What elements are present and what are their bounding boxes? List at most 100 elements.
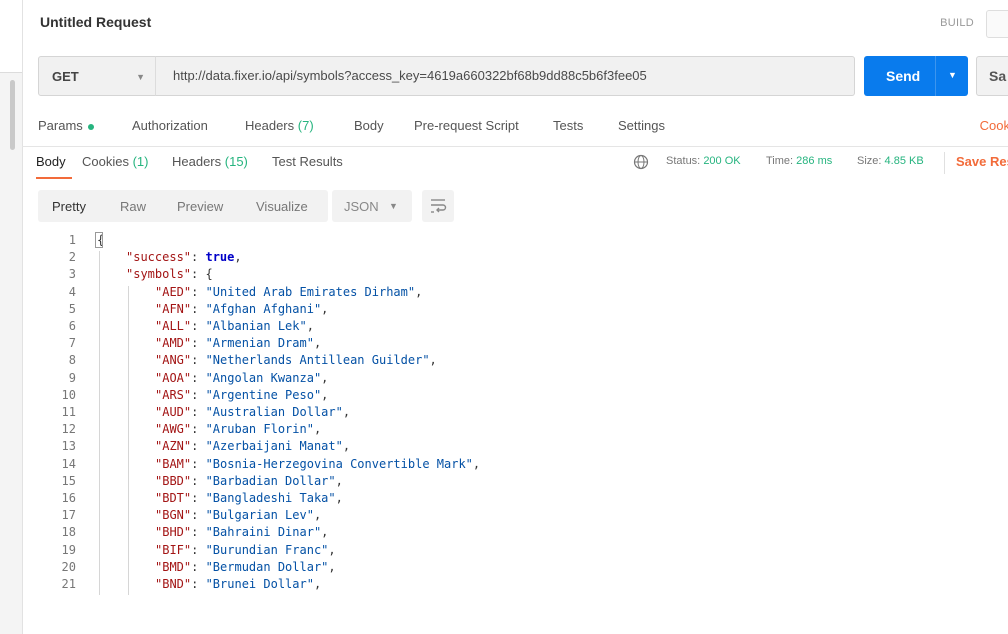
globe-icon[interactable] — [633, 154, 649, 170]
json-key: "BIF" — [155, 542, 192, 557]
save-label: Sa — [989, 68, 1007, 84]
code-text: "ALL": "Albanian Lek", — [155, 319, 314, 333]
code-text: "AMD": "Armenian Dram", — [155, 336, 322, 351]
response-tab-test-results[interactable]: Test Results — [272, 154, 343, 169]
view-tab-pretty[interactable]: Pretty — [52, 199, 86, 214]
line-number: 4 — [68, 284, 76, 299]
line-number: 14 — [61, 456, 76, 471]
json-key: "AUD" — [155, 405, 192, 419]
chevron-down-icon[interactable]: ▼ — [948, 70, 957, 80]
response-tab-headers[interactable]: Headers (15) — [172, 154, 248, 169]
json-key: "AWG" — [155, 422, 192, 437]
send-button[interactable]: Send ▼ — [864, 56, 968, 96]
json-string: "Australian Dollar" — [205, 405, 343, 419]
json-key: "ALL" — [155, 319, 192, 333]
view-tab-preview[interactable]: Preview — [177, 199, 223, 214]
time-label: Time: — [766, 155, 794, 167]
json-string: "Albanian Lek" — [205, 319, 307, 333]
view-mode-bar: Pretty Raw Preview Visualize — [38, 190, 328, 222]
headers-count: (7) — [297, 118, 314, 133]
json-string: "Armenian Dram" — [205, 336, 314, 351]
time-readout: Time: 286 ms — [766, 155, 832, 167]
response-headers-label: Headers — [172, 154, 222, 169]
json-string: "Bulgarian Lev" — [205, 508, 314, 523]
code-text: "BGN": "Bulgarian Lev", — [155, 508, 322, 523]
json-key: "BHD" — [155, 525, 192, 540]
tab-tests[interactable]: Tests — [553, 118, 583, 133]
time-value[interactable]: 286 ms — [796, 155, 832, 167]
send-label: Send — [886, 68, 921, 84]
format-label: JSON — [344, 199, 379, 214]
mode-toggle[interactable] — [986, 10, 1008, 38]
tab-headers-label: Headers — [245, 118, 295, 133]
matching-bracket-highlight — [95, 232, 103, 248]
tab-body[interactable]: Body — [354, 118, 384, 133]
json-key: "ANG" — [155, 353, 192, 368]
code-line: 8 "ANG": "Netherlands Antillean Guilder", — [22, 352, 1002, 369]
left-scrollbar[interactable] — [10, 80, 15, 150]
code-text: "AED": "United Arab Emirates Dirham", — [155, 284, 423, 299]
wrap-lines-icon — [431, 199, 447, 213]
response-tab-cookies[interactable]: Cookies (1) — [82, 154, 148, 169]
response-body-editor[interactable]: 1{2 "success": true, 3 "symbols": {4 "AED": … — [22, 232, 1008, 634]
line-number: 19 — [61, 542, 76, 557]
tab-params[interactable]: Params — [38, 118, 94, 133]
view-tab-raw[interactable]: Raw — [120, 199, 146, 214]
json-key: "AED" — [155, 284, 192, 299]
save-response-button[interactable]: Save Res — [956, 154, 1008, 169]
code-line: 11 "AUD": "Australian Dollar", — [22, 404, 1002, 421]
code-line: 3 "symbols": { — [22, 266, 1002, 283]
tab-settings[interactable]: Settings — [618, 118, 665, 133]
json-string: "Bahraini Dinar" — [205, 525, 322, 540]
format-select[interactable]: JSON ▼ — [332, 190, 412, 222]
code-line: 15 "BBD": "Barbadian Dollar", — [22, 473, 1002, 490]
save-button[interactable]: Sa — [976, 56, 1008, 96]
chevron-down-icon: ▼ — [136, 72, 145, 82]
build-mode-label[interactable]: BUILD — [940, 17, 974, 29]
tab-params-label: Params — [38, 118, 83, 133]
status-value[interactable]: 200 OK — [703, 155, 740, 167]
response-cookies-label: Cookies — [82, 154, 129, 169]
url-input[interactable]: http://data.fixer.io/api/symbols?access_… — [155, 56, 855, 96]
json-key: "AMD" — [155, 336, 192, 351]
json-key: "BAM" — [155, 456, 192, 471]
view-tab-visualize[interactable]: Visualize — [256, 199, 308, 214]
left-gutter-top — [0, 0, 22, 73]
code-line: 19 "BIF": "Burundian Franc", — [22, 542, 1002, 559]
line-number: 3 — [68, 267, 76, 282]
line-number: 2 — [68, 250, 76, 265]
code-line: 20 "BMD": "Bermudan Dollar", — [22, 559, 1002, 576]
tab-authorization[interactable]: Authorization — [132, 118, 208, 133]
line-number: 18 — [61, 525, 76, 540]
line-number: 7 — [68, 336, 76, 351]
json-string: "Angolan Kwanza" — [205, 370, 322, 385]
tab-pre-request-script[interactable]: Pre-request Script — [414, 118, 519, 133]
code-line: 10 "ARS": "Argentine Peso", — [22, 387, 1002, 404]
code-text: "BHD": "Bahraini Dinar", — [155, 525, 329, 540]
code-text: "BBD": "Barbadian Dollar", — [155, 473, 343, 488]
code-text: "BMD": "Bermudan Dollar", — [155, 559, 336, 574]
code-text: "ANG": "Netherlands Antillean Guilder", — [155, 353, 437, 368]
code-text: "success": true, — [126, 250, 242, 265]
line-number: 15 — [61, 473, 76, 488]
json-key: "AZN" — [155, 439, 192, 454]
json-key: "BGN" — [155, 508, 192, 523]
cookies-link[interactable]: Cook — [980, 118, 1008, 133]
meta-divider — [944, 152, 945, 174]
tab-headers[interactable]: Headers (7) — [245, 118, 314, 133]
code-line: 1{ — [22, 232, 1002, 249]
request-title[interactable]: Untitled Request — [40, 14, 151, 30]
code-text: "AOA": "Angolan Kwanza", — [155, 370, 329, 385]
wrap-lines-button[interactable] — [422, 190, 454, 222]
size-value[interactable]: 4.85 KB — [885, 155, 924, 167]
json-string: "Bosnia-Herzegovina Convertible Mark" — [205, 456, 473, 471]
json-string: "Bermudan Dollar" — [205, 559, 329, 574]
json-key: "AFN" — [155, 301, 192, 316]
left-gutter — [0, 0, 23, 634]
json-string: "Aruban Florin" — [205, 422, 314, 437]
response-tab-body[interactable]: Body — [36, 154, 66, 169]
method-label: GET — [52, 69, 79, 84]
json-key: "AOA" — [155, 370, 192, 385]
response-tabs: Body Cookies (1) Headers (15) Test Resul… — [22, 146, 1008, 182]
method-select[interactable]: GET ▼ — [38, 56, 156, 96]
